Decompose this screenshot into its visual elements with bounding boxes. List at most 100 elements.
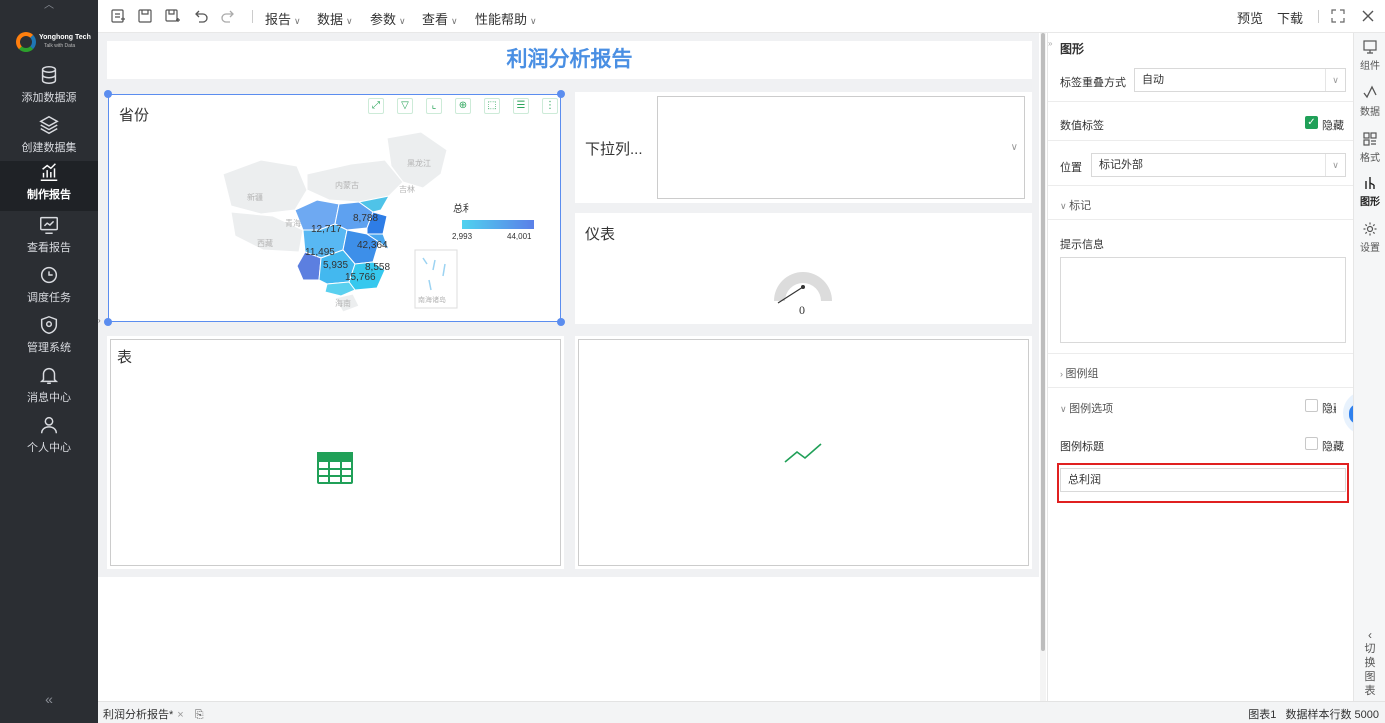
menu-help[interactable]: 性能帮助 ∨ bbox=[475, 9, 537, 28]
line-chart-placeholder-icon bbox=[784, 443, 822, 463]
position-label: 位置 bbox=[1060, 162, 1082, 174]
legend-title-hide-label: 隐藏 bbox=[1322, 441, 1344, 453]
collapse-up-icon[interactable]: ︿ bbox=[0, 0, 98, 14]
value-label-hide-label: 隐藏 bbox=[1322, 120, 1344, 132]
menu-label: 数据 bbox=[317, 12, 344, 27]
chevron-left-icon: ‹ bbox=[1368, 628, 1372, 642]
expand-left-icon[interactable]: › bbox=[98, 316, 104, 326]
canvas-scrollbar[interactable] bbox=[1040, 33, 1046, 701]
menu-report[interactable]: 报告 ∨ bbox=[265, 9, 301, 28]
menu-label: 报告 bbox=[265, 12, 292, 27]
line-chart-card[interactable] bbox=[575, 336, 1032, 569]
nav-item-schedule[interactable]: 调度任务 bbox=[0, 264, 98, 314]
value-label-hide-checkbox[interactable]: ✓ bbox=[1305, 116, 1318, 129]
tab-label: 设置 bbox=[1360, 243, 1380, 254]
menu-data[interactable]: 数据 ∨ bbox=[317, 9, 353, 28]
nav-item-add-datasource[interactable]: 添加数据源 bbox=[0, 64, 98, 114]
report-title[interactable]: 利润分析报告 bbox=[107, 41, 1032, 79]
panel-divider bbox=[1048, 353, 1354, 354]
nav-item-profile[interactable]: 个人中心 bbox=[0, 414, 98, 464]
dropdown-select[interactable]: ∨ bbox=[657, 96, 1025, 199]
selection-border bbox=[108, 94, 561, 322]
report-page: 利润分析报告 省份 ⤢ ▽ ⌞ ⊕ ⬚ ☰ ⋮ 黑龙江 内蒙古 吉林 新疆 青海… bbox=[98, 33, 1039, 577]
gauge-card[interactable]: 仪表 0 bbox=[575, 213, 1032, 324]
menu-label: 查看 bbox=[422, 12, 449, 27]
save-icon[interactable] bbox=[137, 8, 153, 24]
nav-item-label: 创建数据集 bbox=[21, 142, 77, 154]
schedule-icon bbox=[40, 266, 58, 284]
table-card[interactable]: 表 bbox=[107, 336, 564, 569]
tooltip-label: 提示信息 bbox=[1060, 239, 1104, 251]
menu-params[interactable]: 参数 ∨ bbox=[370, 9, 406, 28]
tab-settings[interactable]: 设置 bbox=[1354, 221, 1385, 254]
status-info: 图表1 数据样本行数 5000 bbox=[1248, 706, 1379, 722]
nav-item-label: 调度任务 bbox=[27, 292, 71, 304]
menu-view[interactable]: 查看 ∨ bbox=[422, 9, 458, 28]
legend-hide-label: 隐藏 bbox=[1322, 403, 1336, 415]
nav-item-make-report[interactable]: 制作报告 bbox=[0, 161, 98, 211]
position-select[interactable]: 标记外部 ∨ bbox=[1091, 153, 1346, 177]
new-tab-icon[interactable]: ⎘ bbox=[195, 709, 204, 721]
nav-item-label: 管理系统 bbox=[27, 342, 71, 354]
report-tab-label: 利润分析报告* bbox=[103, 709, 174, 721]
download-button[interactable]: 下载 bbox=[1277, 8, 1303, 27]
tab-format[interactable]: 格式 bbox=[1354, 131, 1385, 164]
legend-options-label: 图例选项 bbox=[1069, 403, 1114, 415]
marker-section-toggle[interactable]: ∨ 标记 bbox=[1060, 197, 1091, 213]
nav-item-label: 制作报告 bbox=[27, 189, 71, 201]
dropdown-card[interactable]: 下拉列... ∨ bbox=[575, 92, 1032, 203]
marker-section-label: 标记 bbox=[1069, 200, 1092, 212]
tab-data[interactable]: 数据 bbox=[1354, 85, 1385, 118]
switch-chart-char: 表 bbox=[1364, 685, 1376, 697]
chevron-down-icon: ∨ bbox=[346, 16, 353, 26]
chevron-down-icon: ∨ bbox=[530, 16, 537, 26]
panel-collapse-icon[interactable]: » bbox=[1048, 39, 1056, 49]
new-report-icon[interactable] bbox=[110, 8, 126, 24]
nav-item-view-report[interactable]: 查看报告 bbox=[0, 214, 98, 264]
panel-divider bbox=[1048, 185, 1354, 186]
menu-label: 参数 bbox=[370, 12, 397, 27]
legend-title-hide-checkbox[interactable] bbox=[1305, 437, 1318, 450]
dropdown-card-title: 下拉列... bbox=[585, 141, 643, 158]
legend-title-input[interactable]: 总利润 bbox=[1060, 468, 1346, 492]
close-icon[interactable] bbox=[1360, 8, 1376, 24]
resize-handle[interactable] bbox=[104, 318, 112, 326]
logo: Yonghong Tech Talk with Data bbox=[16, 30, 91, 54]
close-tab-icon[interactable]: × bbox=[177, 709, 183, 721]
undo-icon[interactable] bbox=[193, 8, 209, 24]
user-icon bbox=[40, 416, 58, 434]
toolbar-divider bbox=[252, 10, 253, 23]
chevron-down-icon: ∨ bbox=[1060, 201, 1070, 211]
legend-hide-checkbox[interactable] bbox=[1305, 399, 1318, 412]
tab-label: 格式 bbox=[1360, 153, 1380, 164]
tab-component[interactable]: 组件 bbox=[1354, 39, 1385, 72]
resize-handle[interactable] bbox=[557, 90, 565, 98]
resize-handle[interactable] bbox=[104, 90, 112, 98]
legend-options-toggle[interactable]: ∨ 图例选项 bbox=[1060, 400, 1113, 416]
format-icon bbox=[1363, 132, 1377, 146]
redo-icon[interactable] bbox=[220, 8, 236, 24]
logo-ring-icon bbox=[16, 32, 36, 52]
layers-icon bbox=[39, 115, 59, 135]
fullscreen-icon[interactable] bbox=[1330, 8, 1346, 24]
label-overlap-select[interactable]: 自动 ∨ bbox=[1134, 68, 1346, 92]
logo-brand: Yonghong Tech bbox=[39, 34, 91, 41]
preview-button[interactable]: 预览 bbox=[1237, 8, 1263, 27]
switch-chart-button[interactable]: ‹ 切 换 图 表 bbox=[1354, 628, 1385, 698]
top-toolbar: 报告 ∨ 数据 ∨ 参数 ∨ 查看 ∨ 性能帮助 ∨ 预览 下载 bbox=[98, 0, 1385, 33]
nav-item-create-dataset[interactable]: 创建数据集 bbox=[0, 114, 98, 164]
report-tab[interactable]: 利润分析报告* × ⎘ bbox=[103, 706, 204, 722]
panel-section-title: 图形 bbox=[1060, 42, 1085, 56]
tab-graph[interactable]: 图形 bbox=[1354, 175, 1385, 208]
legend-title-label: 图例标题 bbox=[1060, 441, 1104, 453]
legend-group-toggle[interactable]: › 图例组 bbox=[1060, 365, 1099, 381]
collapse-nav-icon[interactable]: « bbox=[0, 691, 98, 707]
scrollbar-thumb[interactable] bbox=[1041, 33, 1045, 651]
tooltip-textarea[interactable] bbox=[1060, 257, 1346, 343]
database-icon bbox=[41, 66, 57, 84]
save-as-icon[interactable] bbox=[164, 8, 180, 24]
nav-item-admin[interactable]: 管理系统 bbox=[0, 314, 98, 364]
resize-handle[interactable] bbox=[557, 318, 565, 326]
app-window: ︿ Yonghong Tech Talk with Data 添加数据源 创建数… bbox=[0, 0, 1385, 723]
nav-item-messages[interactable]: 消息中心 bbox=[0, 364, 98, 414]
